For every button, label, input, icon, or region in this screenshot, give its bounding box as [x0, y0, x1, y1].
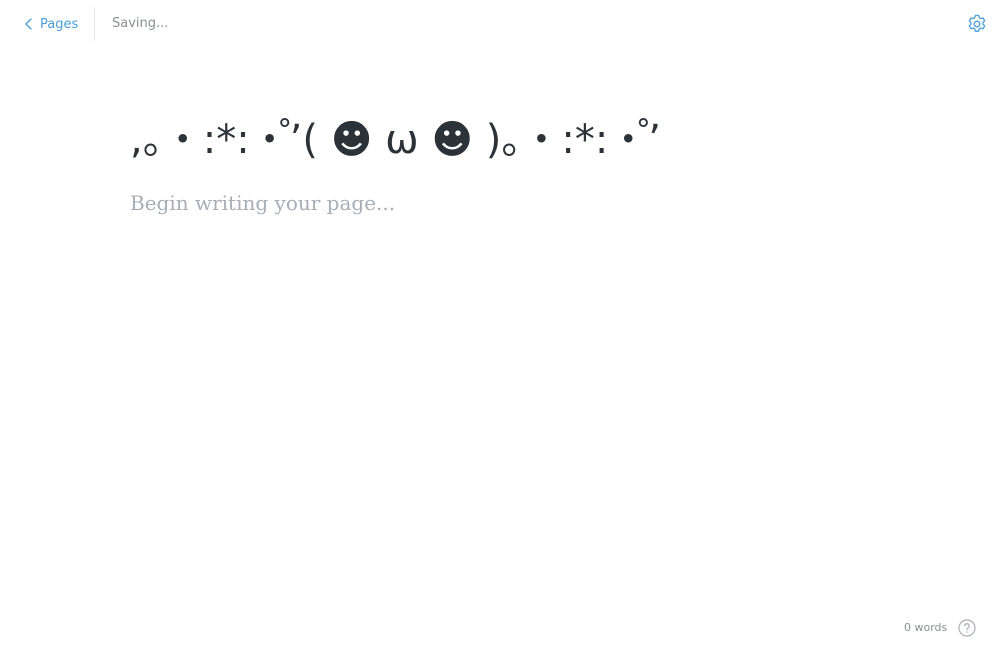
- help-button[interactable]: [958, 619, 976, 637]
- word-count: 0 words: [904, 621, 948, 634]
- back-link-label: Pages: [40, 16, 79, 32]
- chevron-left-icon: [24, 17, 34, 31]
- header-divider: [94, 7, 95, 41]
- editor-app: Pages Saving... ,。・:*:・゚’( ☻ ω ☻ )。・:*:・…: [0, 0, 1000, 660]
- editor-area: ,。・:*:・゚’( ☻ ω ☻ )。・:*:・゚’ Begin writing…: [130, 100, 890, 218]
- save-status: Saving...: [112, 16, 169, 31]
- page-title[interactable]: ,。・:*:・゚’( ☻ ω ☻ )。・:*:・゚’: [130, 100, 890, 180]
- back-to-pages-link[interactable]: Pages: [24, 14, 78, 34]
- page-body-input[interactable]: Begin writing your page...: [130, 188, 890, 218]
- gear-icon: [965, 12, 989, 36]
- question-circle-icon: [958, 619, 976, 637]
- settings-button[interactable]: [965, 12, 989, 36]
- top-bar: Pages Saving...: [0, 0, 1000, 48]
